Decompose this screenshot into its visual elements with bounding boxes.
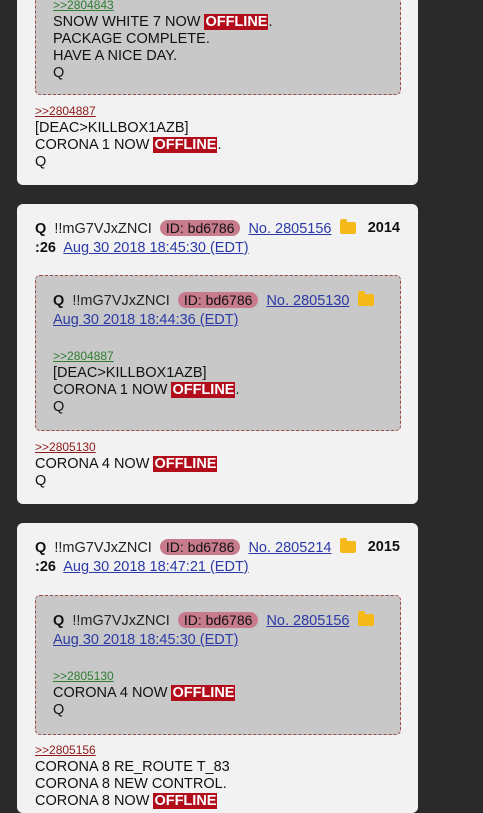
post-date-link[interactable]: Aug 30 2018 18:45:30 (EDT) bbox=[63, 240, 248, 256]
post-line: Q bbox=[53, 702, 65, 718]
post-line: Q bbox=[53, 65, 65, 81]
folder-icon[interactable] bbox=[357, 611, 374, 626]
offline-badge: OFFLINE bbox=[153, 456, 218, 472]
post-card: >>2804843 SNOW WHITE 7 NOW OFFLINE. PACK… bbox=[17, 0, 418, 185]
post-number-link[interactable]: No. 2805130 bbox=[266, 293, 349, 309]
offline-badge: OFFLINE bbox=[204, 14, 269, 30]
offline-badge: OFFLINE bbox=[153, 793, 218, 809]
post-tripcode: !!mG7VJxZNCI bbox=[54, 221, 152, 237]
post-line: CORONA 8 NEW CONTROL. bbox=[35, 776, 227, 792]
quote-ref-link[interactable]: >>2804887 bbox=[53, 348, 240, 365]
folder-icon[interactable] bbox=[339, 219, 356, 234]
offline-badge: OFFLINE bbox=[171, 685, 236, 701]
reply-ref-link[interactable]: >>2805156 bbox=[35, 742, 230, 759]
post-date-link[interactable]: Aug 30 2018 18:45:30 (EDT) bbox=[53, 632, 238, 648]
post-line: CORONA 4 NOW OFFLINE bbox=[35, 456, 218, 472]
post-line: Q bbox=[53, 399, 65, 415]
quote-ref-link[interactable]: >>2804843 bbox=[53, 0, 273, 14]
quoted-post: >>2804843 SNOW WHITE 7 NOW OFFLINE. PACK… bbox=[35, 0, 401, 95]
offline-badge: OFFLINE bbox=[153, 137, 218, 153]
offline-badge: OFFLINE bbox=[171, 382, 236, 398]
post-card: Q !!mG7VJxZNCI ID: bd6786 No. 2805156 20… bbox=[17, 204, 418, 504]
post-number-link[interactable]: No. 2805156 bbox=[248, 221, 331, 237]
post-line: PACKAGE COMPLETE. bbox=[53, 31, 210, 47]
post-date-link[interactable]: Aug 30 2018 18:44:36 (EDT) bbox=[53, 312, 238, 328]
poster-id-badge[interactable]: ID: bd6786 bbox=[159, 539, 241, 555]
quote-header: Q !!mG7VJxZNCI ID: bd6786 No. 2805130 bbox=[53, 291, 374, 309]
quote-ref-link[interactable]: >>2805130 bbox=[53, 668, 235, 685]
post-header-line2: :26 Aug 30 2018 18:47:21 (EDT) bbox=[35, 559, 249, 575]
post-author: Q bbox=[53, 613, 65, 629]
post-author: Q bbox=[35, 221, 47, 237]
post-counter: 2014 bbox=[367, 220, 400, 236]
post-author: Q bbox=[53, 293, 65, 309]
reply-ref-link[interactable]: >>2805130 bbox=[35, 439, 217, 456]
reply-ref-link[interactable]: >>2804887 bbox=[35, 103, 222, 120]
post-line: SNOW WHITE 7 NOW OFFLINE. bbox=[53, 14, 273, 30]
post-line: CORONA 4 NOW OFFLINE bbox=[53, 685, 236, 701]
post-tripcode: !!mG7VJxZNCI bbox=[72, 293, 170, 309]
post-header: Q !!mG7VJxZNCI ID: bd6786 No. 2805214 bbox=[35, 538, 356, 556]
poster-id-badge[interactable]: ID: bd6786 bbox=[177, 292, 259, 308]
post-counter-suffix: :26 bbox=[35, 559, 56, 575]
poster-id-badge[interactable]: ID: bd6786 bbox=[177, 612, 259, 628]
post-counter-suffix: :26 bbox=[35, 240, 56, 256]
folder-icon[interactable] bbox=[357, 291, 374, 306]
poster-id-badge[interactable]: ID: bd6786 bbox=[159, 220, 241, 236]
post-card: Q !!mG7VJxZNCI ID: bd6786 No. 2805214 20… bbox=[17, 523, 418, 813]
quoted-post: Q !!mG7VJxZNCI ID: bd6786 No. 2805156 Au… bbox=[35, 595, 401, 735]
quote-header: Q !!mG7VJxZNCI ID: bd6786 No. 2805156 bbox=[53, 611, 374, 629]
post-header-line2: :26 Aug 30 2018 18:45:30 (EDT) bbox=[35, 240, 249, 256]
post-line: CORONA 8 NOW OFFLINE bbox=[35, 793, 218, 809]
post-line: Q bbox=[35, 154, 47, 170]
post-tripcode: !!mG7VJxZNCI bbox=[54, 540, 152, 556]
post-line: CORONA 1 NOW OFFLINE. bbox=[35, 137, 222, 153]
post-date-link[interactable]: Aug 30 2018 18:47:21 (EDT) bbox=[63, 559, 248, 575]
post-number-link[interactable]: No. 2805156 bbox=[266, 613, 349, 629]
post-number-link[interactable]: No. 2805214 bbox=[248, 540, 331, 556]
post-counter: 2015 bbox=[367, 539, 400, 555]
post-line: CORONA 8 RE_ROUTE T_83 bbox=[35, 759, 230, 775]
post-line: [DEAC>KILLBOX1AZB] bbox=[53, 365, 207, 381]
quoted-post: Q !!mG7VJxZNCI ID: bd6786 No. 2805130 Au… bbox=[35, 275, 401, 431]
post-author: Q bbox=[35, 540, 47, 556]
post-line: CORONA 1 NOW OFFLINE. bbox=[53, 382, 240, 398]
post-line: [DEAC>KILLBOX1AZB] bbox=[35, 120, 189, 136]
folder-icon[interactable] bbox=[339, 538, 356, 553]
post-line: HAVE A NICE DAY. bbox=[53, 48, 178, 64]
post-line: Q bbox=[35, 473, 47, 489]
post-tripcode: !!mG7VJxZNCI bbox=[72, 613, 170, 629]
post-header: Q !!mG7VJxZNCI ID: bd6786 No. 2805156 bbox=[35, 219, 356, 237]
